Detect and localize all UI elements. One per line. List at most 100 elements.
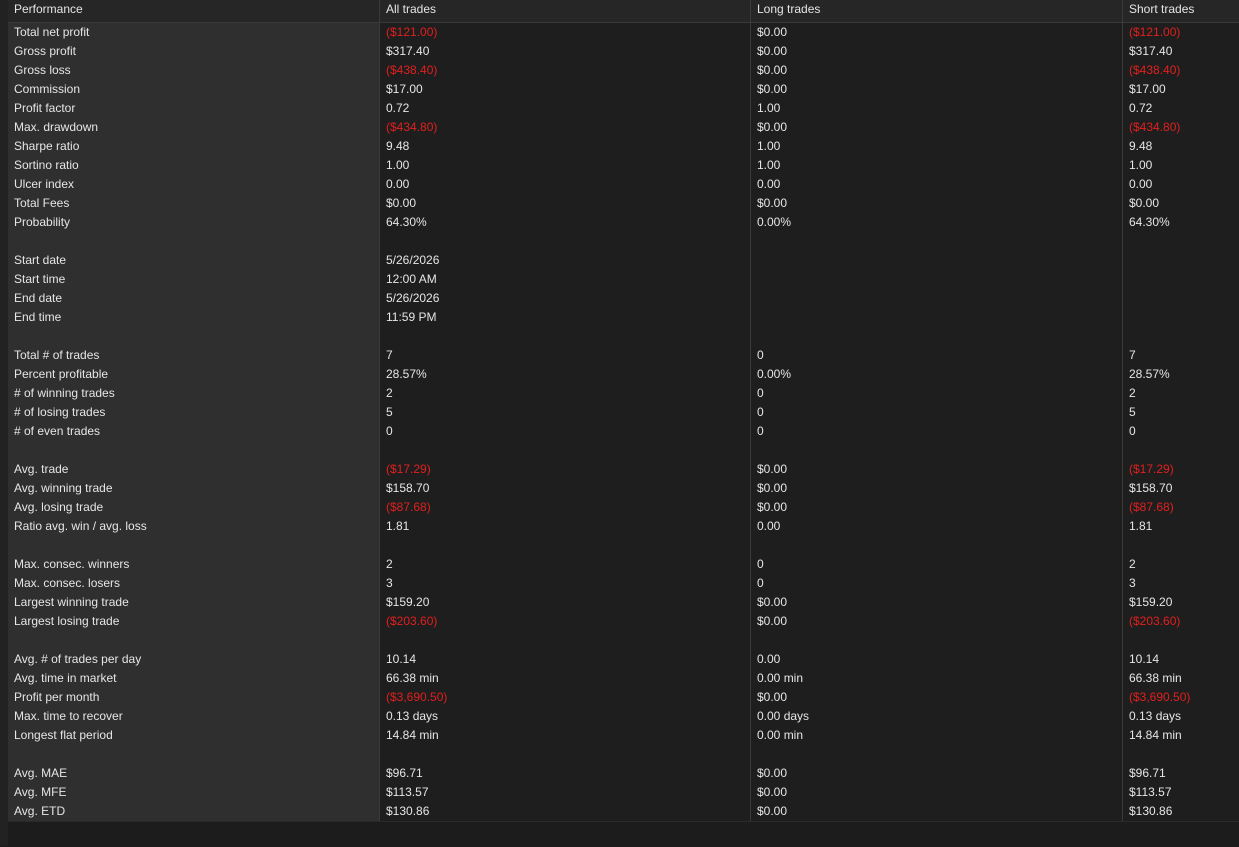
all-trades-value: 7: [380, 346, 751, 365]
all-trades-value: [380, 631, 751, 650]
header-all-trades[interactable]: All trades: [380, 0, 751, 22]
row-label: Total Fees: [8, 194, 380, 213]
all-trades-value: 0: [380, 422, 751, 441]
table-row[interactable]: Profit factor 0.72 1.00 0.72: [8, 99, 1239, 118]
table-row[interactable]: Largest winning trade $159.20 $0.00 $159.20: [8, 593, 1239, 612]
table-row[interactable]: # of losing trades 5 0 5: [8, 403, 1239, 422]
short-trades-value: ($87.68): [1123, 498, 1239, 517]
all-trades-value: $317.40: [380, 42, 751, 61]
all-trades-value: $17.00: [380, 80, 751, 99]
long-trades-value: 0.00: [751, 650, 1123, 669]
header-long-trades[interactable]: Long trades: [751, 0, 1123, 22]
short-trades-value: [1123, 327, 1239, 346]
table-row[interactable]: Longest flat period 14.84 min 0.00 min 14.8…: [8, 726, 1239, 745]
long-trades-value: 0: [751, 346, 1123, 365]
table-row[interactable]: Sharpe ratio 9.48 1.00 9.48: [8, 137, 1239, 156]
table-row[interactable]: Probability 64.30% 0.00% 64.30%: [8, 213, 1239, 232]
short-trades-value: 28.57%: [1123, 365, 1239, 384]
table-row[interactable]: Start time 12:00 AM: [8, 270, 1239, 289]
table-row-spacer[interactable]: [8, 536, 1239, 555]
table-row[interactable]: Start date 5/26/2026: [8, 251, 1239, 270]
table-row[interactable]: Avg. winning trade $158.70 $0.00 $158.70: [8, 479, 1239, 498]
table-row[interactable]: Commission $17.00 $0.00 $17.00: [8, 80, 1239, 99]
short-trades-value: $158.70: [1123, 479, 1239, 498]
table-row-spacer[interactable]: [8, 327, 1239, 346]
table-row[interactable]: Ratio avg. win / avg. loss 1.81 0.00 1.81: [8, 517, 1239, 536]
long-trades-value: $0.00: [751, 802, 1123, 821]
header-short-trades[interactable]: Short trades: [1123, 0, 1239, 22]
all-trades-value: $158.70: [380, 479, 751, 498]
table-row-spacer[interactable]: [8, 232, 1239, 251]
table-row[interactable]: # of winning trades 2 0 2: [8, 384, 1239, 403]
table-row-spacer[interactable]: [8, 745, 1239, 764]
all-trades-value: 5/26/2026: [380, 289, 751, 308]
long-trades-value: 1.00: [751, 137, 1123, 156]
table-row[interactable]: Total Fees $0.00 $0.00 $0.00: [8, 194, 1239, 213]
row-label: Commission: [8, 80, 380, 99]
short-trades-value: 2: [1123, 555, 1239, 574]
table-row[interactable]: Max. consec. losers 3 0 3: [8, 574, 1239, 593]
table-row[interactable]: Sortino ratio 1.00 1.00 1.00: [8, 156, 1239, 175]
all-trades-value: ($17.29): [380, 460, 751, 479]
short-trades-value: $0.00: [1123, 194, 1239, 213]
all-trades-value: 5: [380, 403, 751, 422]
long-trades-value: $0.00: [751, 118, 1123, 137]
short-trades-value: ($3,690.50): [1123, 688, 1239, 707]
table-row[interactable]: Avg. MFE $113.57 $0.00 $113.57: [8, 783, 1239, 802]
table-row[interactable]: Gross loss ($438.40) $0.00 ($438.40): [8, 61, 1239, 80]
row-label: Sortino ratio: [8, 156, 380, 175]
long-trades-value: 0: [751, 422, 1123, 441]
table-row[interactable]: Profit per month ($3,690.50) $0.00 ($3,690.…: [8, 688, 1239, 707]
row-label: Max. drawdown: [8, 118, 380, 137]
row-label: Avg. # of trades per day: [8, 650, 380, 669]
table-row[interactable]: Avg. trade ($17.29) $0.00 ($17.29): [8, 460, 1239, 479]
long-trades-value: $0.00: [751, 612, 1123, 631]
table-row[interactable]: Gross profit $317.40 $0.00 $317.40: [8, 42, 1239, 61]
table-row-spacer[interactable]: [8, 631, 1239, 650]
table-row[interactable]: Max. time to recover 0.13 days 0.00 days 0.…: [8, 707, 1239, 726]
table-footer: [8, 821, 1239, 847]
table-row[interactable]: Percent profitable 28.57% 0.00% 28.57%: [8, 365, 1239, 384]
short-trades-value: 2: [1123, 384, 1239, 403]
all-trades-value: 12:00 AM: [380, 270, 751, 289]
long-trades-value: $0.00: [751, 688, 1123, 707]
table-row[interactable]: Avg. ETD $130.86 $0.00 $130.86: [8, 802, 1239, 821]
table-row[interactable]: Total # of trades 7 0 7: [8, 346, 1239, 365]
short-trades-value: 66.38 min: [1123, 669, 1239, 688]
row-label: Avg. MAE: [8, 764, 380, 783]
short-trades-value: 0: [1123, 422, 1239, 441]
row-label: Profit per month: [8, 688, 380, 707]
table-row[interactable]: End time 11:59 PM: [8, 308, 1239, 327]
all-trades-value: 2: [380, 555, 751, 574]
short-trades-value: $130.86: [1123, 802, 1239, 821]
row-label: Ulcer index: [8, 175, 380, 194]
table-row[interactable]: # of even trades 0 0 0: [8, 422, 1239, 441]
table-row[interactable]: End date 5/26/2026: [8, 289, 1239, 308]
table-row[interactable]: Max. consec. winners 2 0 2: [8, 555, 1239, 574]
all-trades-value: 64.30%: [380, 213, 751, 232]
table-row[interactable]: Avg. losing trade ($87.68) $0.00 ($87.68): [8, 498, 1239, 517]
row-label: Start time: [8, 270, 380, 289]
table-row[interactable]: Largest losing trade ($203.60) $0.00 ($203.…: [8, 612, 1239, 631]
row-label: [8, 232, 380, 251]
table-row[interactable]: Max. drawdown ($434.80) $0.00 ($434.80): [8, 118, 1239, 137]
long-trades-value: [751, 270, 1123, 289]
table-row[interactable]: Ulcer index 0.00 0.00 0.00: [8, 175, 1239, 194]
table-row[interactable]: Avg. MAE $96.71 $0.00 $96.71: [8, 764, 1239, 783]
table-row[interactable]: Avg. time in market 66.38 min 0.00 min 66.3…: [8, 669, 1239, 688]
table-row-spacer[interactable]: [8, 441, 1239, 460]
long-trades-value: [751, 289, 1123, 308]
long-trades-value: 0: [751, 403, 1123, 422]
row-label: Avg. winning trade: [8, 479, 380, 498]
table-row[interactable]: Avg. # of trades per day 10.14 0.00 10.14: [8, 650, 1239, 669]
short-trades-value: $159.20: [1123, 593, 1239, 612]
table-row[interactable]: Total net profit ($121.00) $0.00 ($121.00): [8, 23, 1239, 42]
long-trades-value: [751, 327, 1123, 346]
row-label: Max. time to recover: [8, 707, 380, 726]
row-label: Gross profit: [8, 42, 380, 61]
header-performance[interactable]: Performance: [8, 0, 380, 22]
all-trades-value: ($87.68): [380, 498, 751, 517]
all-trades-value: ($438.40): [380, 61, 751, 80]
long-trades-value: 0.00: [751, 517, 1123, 536]
short-trades-value: $17.00: [1123, 80, 1239, 99]
